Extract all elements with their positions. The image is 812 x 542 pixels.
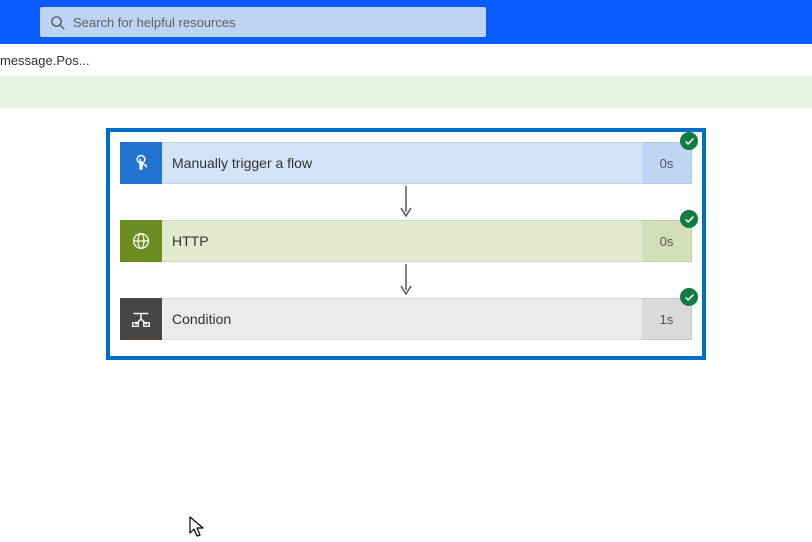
search-box[interactable] xyxy=(40,7,486,37)
flow-step-title: HTTP xyxy=(162,220,642,262)
condition-icon xyxy=(120,298,162,340)
flow-connector xyxy=(396,184,416,220)
search-icon xyxy=(50,15,65,30)
breadcrumb-bar: message.Pos... xyxy=(0,44,812,76)
touch-icon xyxy=(120,142,162,184)
flow-canvas: Manually trigger a flow 0s HTTP 0s xyxy=(0,108,812,360)
flow-step-trigger[interactable]: Manually trigger a flow 0s xyxy=(120,142,692,184)
success-badge xyxy=(680,132,698,150)
globe-icon xyxy=(120,220,162,262)
flow-panel-selected[interactable]: Manually trigger a flow 0s HTTP 0s xyxy=(106,128,706,360)
cursor-icon xyxy=(189,516,205,538)
flow-step-title: Manually trigger a flow xyxy=(162,142,642,184)
search-input[interactable] xyxy=(73,15,476,30)
success-badge xyxy=(680,288,698,306)
success-badge xyxy=(680,210,698,228)
flow-step-title: Condition xyxy=(162,298,642,340)
breadcrumb-text: message.Pos... xyxy=(0,53,90,68)
success-banner xyxy=(0,76,812,108)
flow-connector xyxy=(396,262,416,298)
flow-step-condition[interactable]: Condition 1s xyxy=(120,298,692,340)
flow-step-http[interactable]: HTTP 0s xyxy=(120,220,692,262)
top-bar xyxy=(0,0,812,44)
